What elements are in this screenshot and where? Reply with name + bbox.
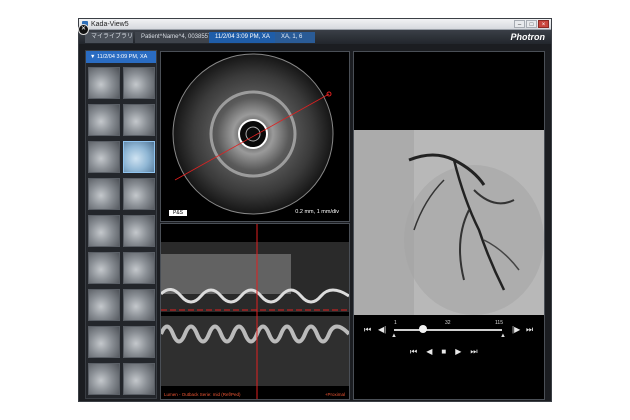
slider-mid-label: 32 — [445, 320, 451, 326]
ivus-scale: 0.2 mm, 1 mm/div — [295, 209, 339, 215]
lmode-caption-right: +Proximal — [324, 392, 345, 397]
thumbnail[interactable] — [88, 178, 120, 210]
first-frame-icon[interactable]: ⏮ — [364, 325, 371, 335]
sidebar-header[interactable]: ▼ 11/2/04 3:09 PM, XA — [86, 51, 156, 63]
breadcrumb-tabs: マイライブラリ Patient^Name^4, 003855798 11/2/0… — [79, 30, 551, 44]
step-back-icon[interactable]: ◀ — [426, 347, 432, 357]
thumbnail[interactable] — [123, 215, 155, 247]
fast-forward-icon[interactable]: ⏭ — [470, 347, 477, 357]
sidebar-header-label: 11/2/04 3:09 PM, XA — [96, 54, 148, 60]
thumbnail[interactable] — [123, 326, 155, 358]
frame-slider[interactable] — [394, 329, 502, 331]
maximize-icon[interactable]: □ — [526, 20, 537, 28]
prev-marker-icon[interactable]: ◀| — [378, 325, 386, 335]
thumbnail[interactable] — [123, 178, 155, 210]
thumbnail[interactable] — [88, 215, 120, 247]
thumbnail-sidebar: ▼ 11/2/04 3:09 PM, XA — [85, 50, 157, 399]
close-pane-icon[interactable]: ✕ — [78, 24, 89, 35]
thumbnail[interactable] — [88, 289, 120, 321]
tab-patient[interactable]: Patient^Name^4, 003855798 — [135, 32, 218, 43]
ivus-cross-section-view[interactable]: P&S 0.2 mm, 1 mm/div — [160, 51, 350, 222]
lmode-image — [159, 224, 351, 399]
slider-max-label: 115 — [495, 320, 503, 326]
player-controls: ⏮ ◀| 1 32 115 ▲ ▲ |▶ ⏭ ⏮ ◀ ■ ▶ ⏭ — [354, 315, 544, 399]
minimize-icon[interactable]: – — [514, 20, 525, 28]
ivus-label: P&S — [169, 210, 188, 216]
thumbnail[interactable] — [88, 252, 120, 284]
ivus-image — [172, 53, 334, 215]
frame-slider-thumb[interactable] — [419, 325, 428, 333]
angio-image — [354, 130, 544, 320]
brand-logo: Photron — [510, 32, 546, 42]
lmode-caption-left: Lumen - Outback Serie: mid (Ref/Ped) — [164, 392, 241, 397]
title-bar: Kada-View5 – □ × — [79, 19, 551, 30]
tab-library[interactable]: マイライブラリ — [85, 32, 133, 43]
app-window: Kada-View5 – □ × マイライブラリ Patient^Name^4,… — [78, 18, 552, 402]
tab-study[interactable]: 11/2/04 3:09 PM, XA — [209, 32, 275, 43]
thumbnail[interactable] — [88, 363, 120, 395]
tab-series[interactable]: XA, 1, 6 — [275, 32, 315, 43]
slider-min-label: 1 — [394, 320, 397, 326]
window-title: Kada-View5 — [91, 21, 129, 28]
thumbnail[interactable] — [123, 104, 155, 136]
thumbnail[interactable] — [123, 252, 155, 284]
thumbnail[interactable] — [88, 326, 120, 358]
last-frame-icon[interactable]: ⏭ — [526, 325, 533, 335]
thumbnail[interactable] — [123, 363, 155, 395]
thumbnail[interactable] — [88, 104, 120, 136]
longitudinal-view[interactable]: Lumen - Outback Serie: mid (Ref/Ped) +Pr… — [159, 223, 351, 400]
play-icon[interactable]: ▶ — [455, 347, 461, 357]
close-icon[interactable]: × — [538, 20, 549, 28]
stop-icon[interactable]: ■ — [441, 347, 446, 357]
rewind-icon[interactable]: ⏮ — [410, 347, 417, 357]
next-marker-icon[interactable]: |▶ — [512, 325, 520, 335]
thumbnail[interactable] — [123, 289, 155, 321]
loop-end-marker-icon[interactable]: ▲ — [500, 333, 506, 339]
window-buttons: – □ × — [514, 20, 549, 28]
thumbnail[interactable] — [123, 141, 155, 173]
thumbnail[interactable] — [88, 141, 120, 173]
thumbnail[interactable] — [88, 67, 120, 99]
playback-buttons: ⏮ ◀ ■ ▶ ⏭ — [410, 347, 478, 357]
angiography-view[interactable]: ⏮ ◀| 1 32 115 ▲ ▲ |▶ ⏭ ⏮ ◀ ■ ▶ ⏭ — [353, 51, 545, 400]
loop-start-marker-icon[interactable]: ▲ — [391, 333, 397, 339]
thumbnail[interactable] — [123, 67, 155, 99]
